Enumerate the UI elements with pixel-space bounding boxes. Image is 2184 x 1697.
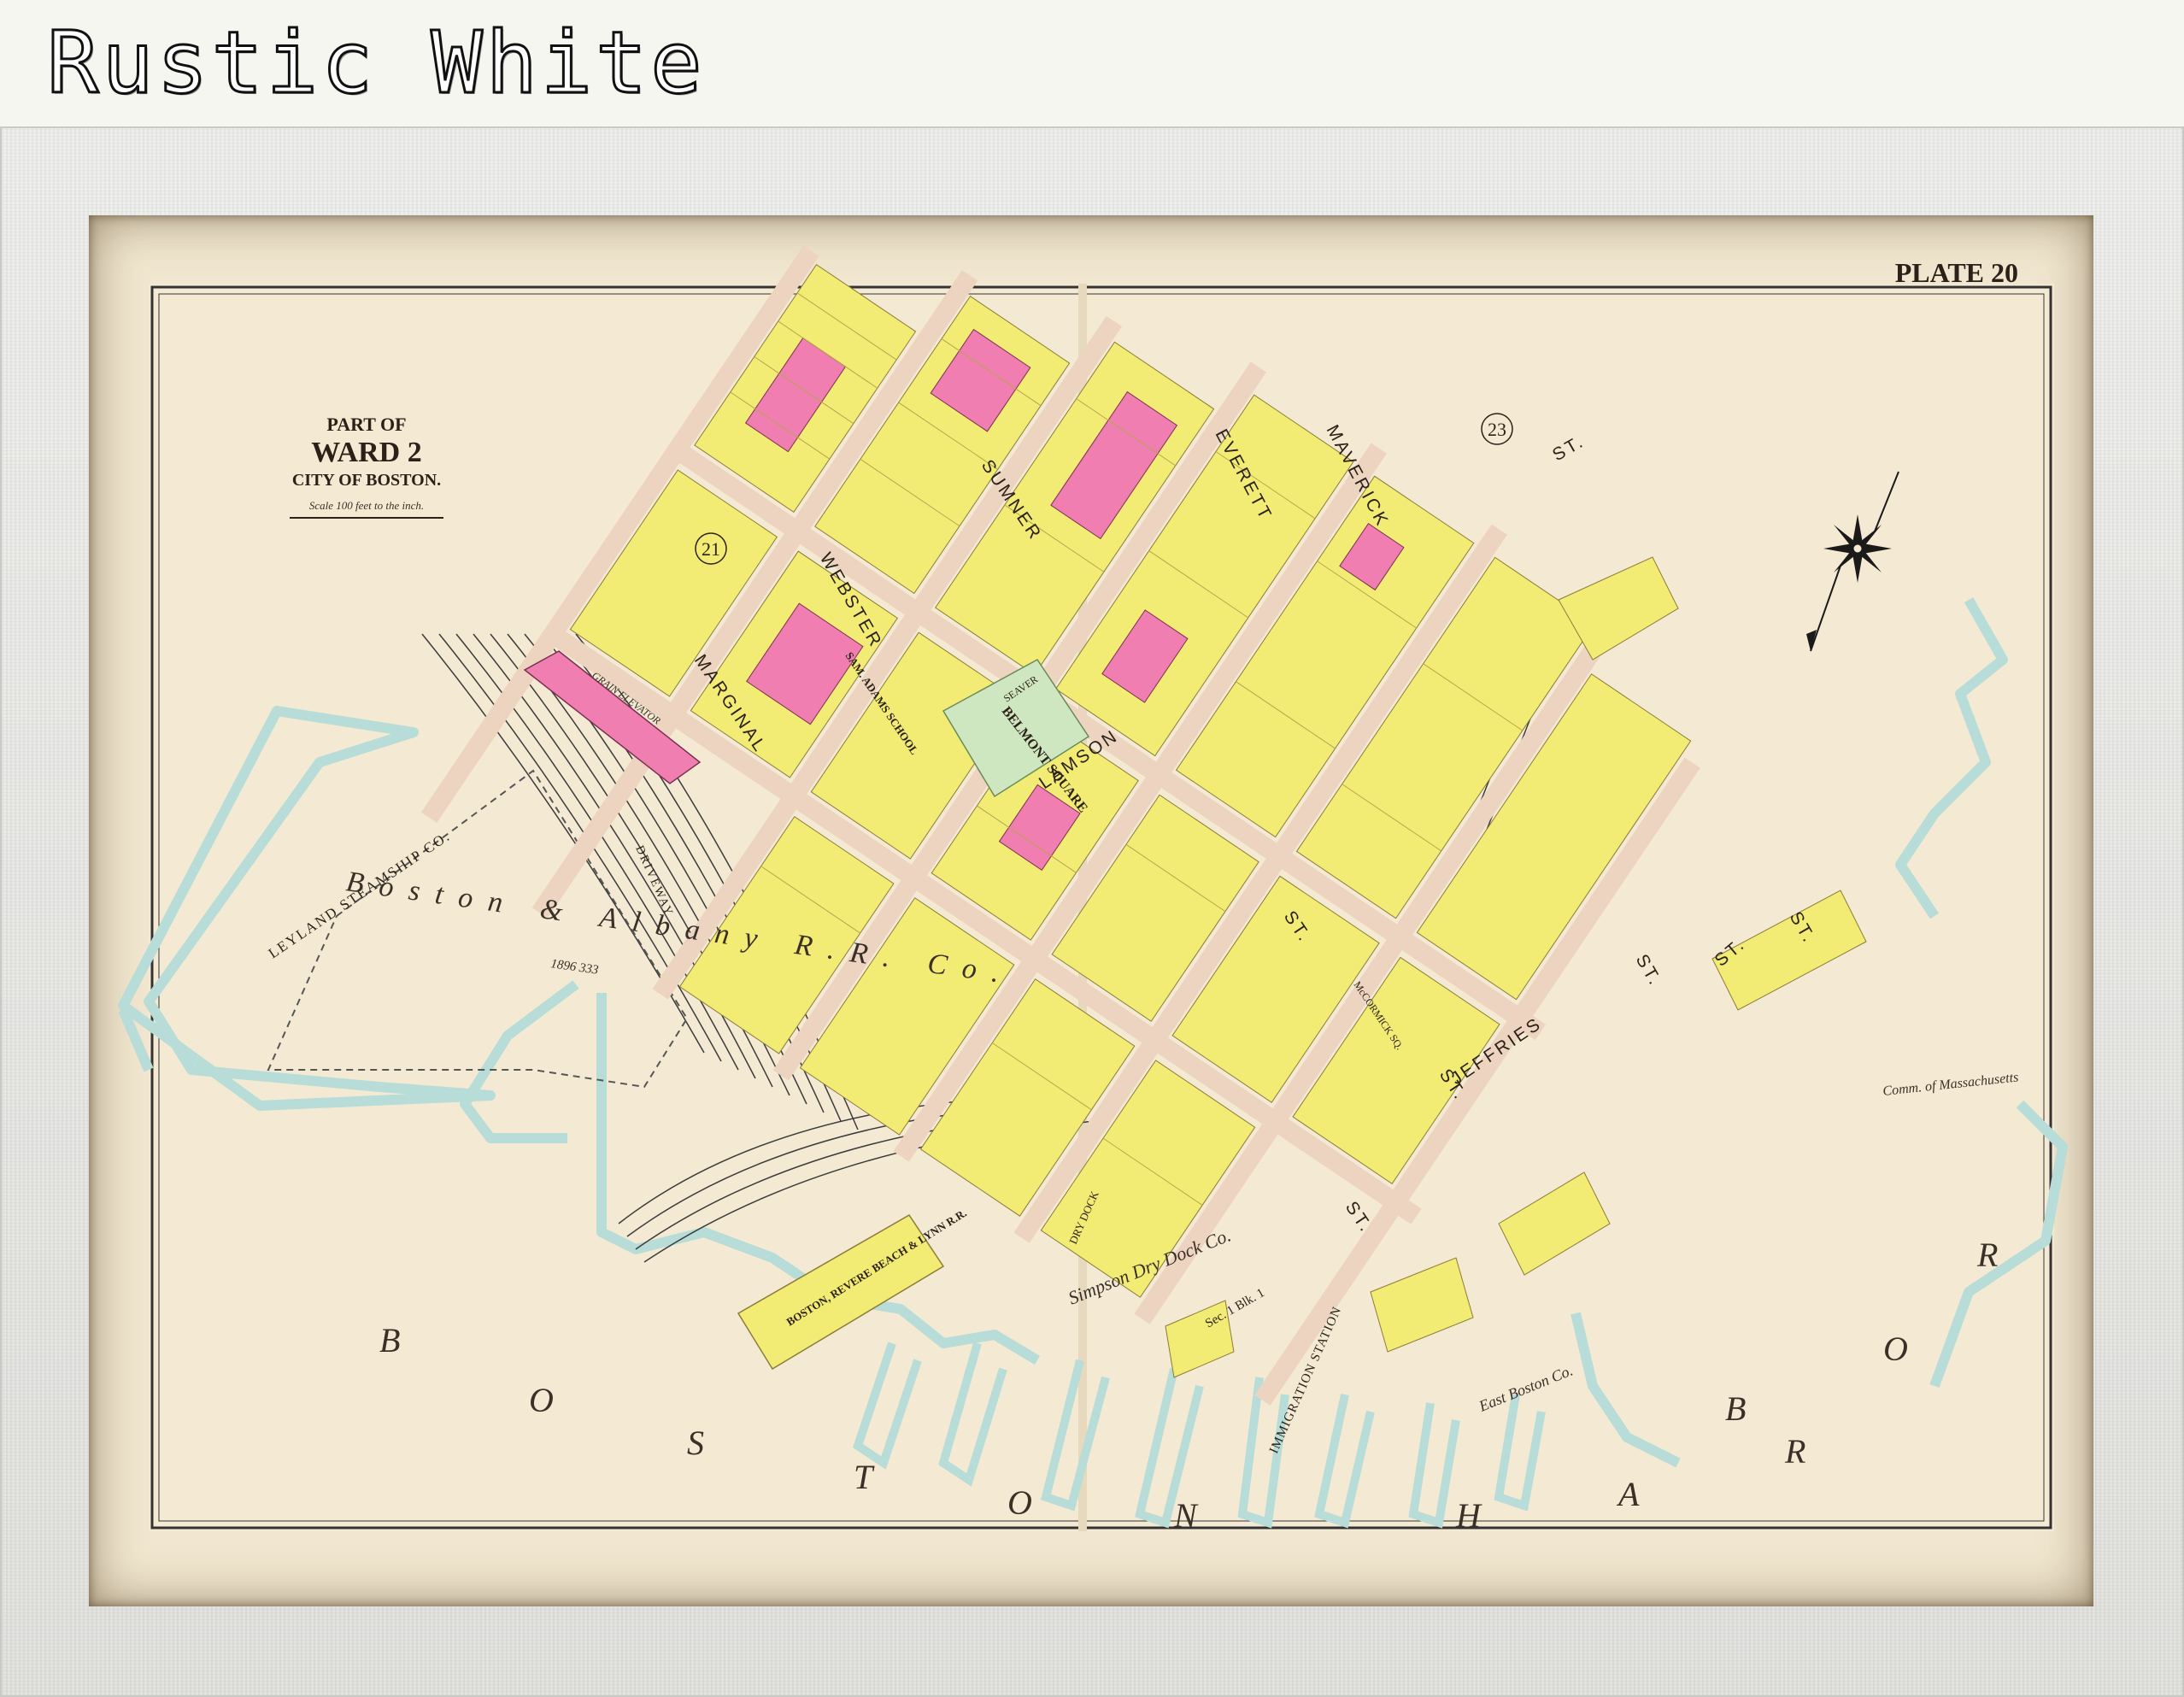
- harbor-letter-h: H: [1455, 1496, 1482, 1535]
- harbor-letter-b: B: [379, 1321, 400, 1359]
- harbor-letter-r2: R: [1976, 1236, 1998, 1274]
- harbor-letter-o3: O: [1883, 1330, 1908, 1368]
- harbor-letter-o: O: [529, 1381, 554, 1419]
- ward-23-number: 23: [1488, 419, 1506, 440]
- plate-label: PLATE 20: [1895, 257, 2018, 288]
- title-part-of: PART OF: [326, 414, 406, 435]
- banner: Rustic White: [0, 0, 2184, 126]
- harbor-letter-b2: B: [1725, 1389, 1746, 1428]
- title-city: CITY OF BOSTON.: [292, 471, 441, 490]
- harbor-letter-r: R: [1784, 1432, 1805, 1471]
- ward-21-number: 21: [702, 538, 720, 560]
- banner-title: Rustic White: [45, 12, 706, 115]
- harbor-letter-s: S: [687, 1424, 704, 1462]
- harbor-letter-o2: O: [1007, 1483, 1032, 1522]
- title-ward: WARD 2: [311, 437, 421, 468]
- harbor-letter-n: N: [1173, 1496, 1199, 1535]
- harbor-letter-a: A: [1616, 1475, 1640, 1513]
- title-scale: Scale 100 feet to the inch.: [309, 499, 424, 512]
- map-canvas: 21 23 PLATE 20 PART OF WARD 2 CITY OF BO…: [118, 245, 2068, 1535]
- harbor-letter-t: T: [854, 1458, 875, 1496]
- map-mat: 21 23 PLATE 20 PART OF WARD 2 CITY OF BO…: [89, 215, 2093, 1606]
